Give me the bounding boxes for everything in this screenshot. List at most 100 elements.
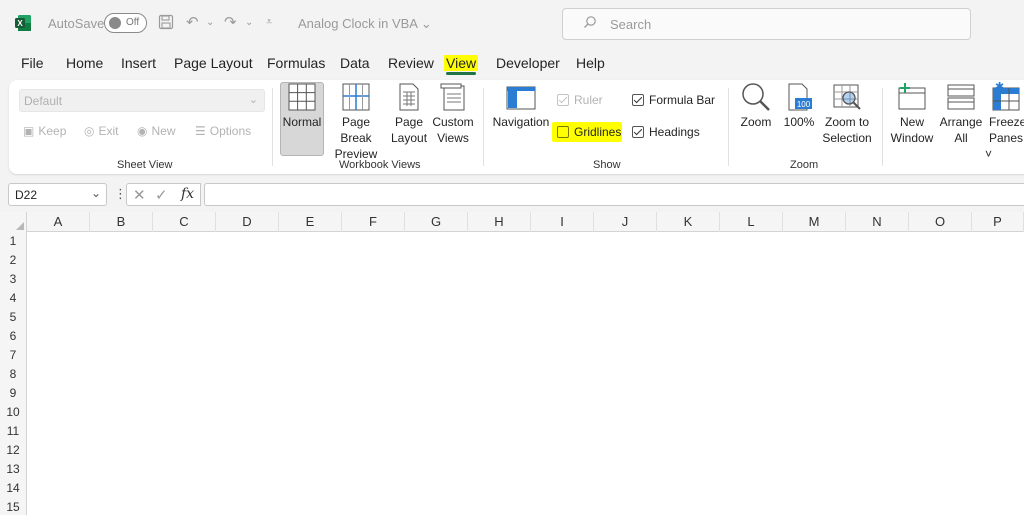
arrange-all-label-2: All (954, 131, 968, 145)
options-icon: ☰ (195, 124, 206, 138)
row-header-1[interactable]: 1 (0, 232, 27, 251)
formula-bar-label: Formula Bar (649, 93, 716, 107)
save-icon[interactable] (158, 14, 174, 30)
tab-home[interactable]: Home (66, 55, 103, 71)
column-header-d[interactable]: D (216, 212, 279, 232)
zoom-to-selection-button[interactable]: Zoom to Selection (819, 82, 875, 146)
new-window-label-2: Window (890, 131, 934, 145)
row-header-2[interactable]: 2 (0, 251, 27, 270)
zoom-button[interactable]: Zoom (735, 82, 777, 130)
chevron-down-icon: ⌄ (90, 186, 101, 200)
row-header-14[interactable]: 14 (0, 479, 27, 498)
formula-input[interactable] (204, 183, 1024, 206)
tab-data[interactable]: Data (340, 55, 370, 71)
column-header-b[interactable]: B (90, 212, 153, 232)
exit-label: Exit (98, 124, 119, 138)
enter-checkmark-icon[interactable]: ✓ (155, 186, 168, 204)
zoom-100-button[interactable]: 100 100% (782, 82, 816, 130)
zoom-to-selection-label-1: Zoom to (824, 115, 869, 129)
column-header-n[interactable]: N (846, 212, 909, 232)
insert-function-icon[interactable]: fx (181, 186, 194, 202)
tab-review[interactable]: Review (388, 55, 434, 71)
row-header-8[interactable]: 8 (0, 365, 27, 384)
undo-icon[interactable]: ↶ (186, 13, 199, 31)
new-view-button[interactable]: ◉ New (137, 124, 176, 138)
search-input[interactable]: Search (562, 8, 971, 40)
zoom-to-selection-icon (833, 84, 861, 110)
normal-view-icon (288, 83, 316, 111)
ribbon: Default ⌄ ▣ Keep ◎ Exit ◉ New ☰ Options Shee… (9, 80, 1024, 174)
column-header-a[interactable]: A (27, 212, 90, 232)
arrange-all-button[interactable]: Arrange All (937, 82, 985, 146)
column-header-m[interactable]: M (783, 212, 846, 232)
tab-page-layout[interactable]: Page Layout (174, 55, 253, 71)
row-header-10[interactable]: 10 (0, 403, 27, 422)
navigation-button[interactable]: Navigation (491, 82, 551, 130)
formula-bar: D22 ⌄ ⋮ ✕ ✓ fx (0, 180, 1024, 210)
tab-view-label: View (446, 55, 477, 71)
row-header-15[interactable]: 15 (0, 498, 27, 515)
column-header-j[interactable]: J (594, 212, 657, 232)
column-header-k[interactable]: K (657, 212, 720, 232)
row-header-13[interactable]: 13 (0, 460, 27, 479)
column-header-h[interactable]: H (468, 212, 531, 232)
keep-button[interactable]: ▣ Keep (23, 124, 66, 138)
cancel-icon[interactable]: ✕ (133, 186, 146, 204)
row-header-9[interactable]: 9 (0, 384, 27, 403)
options-button[interactable]: ☰ Options (195, 124, 251, 138)
column-header-c[interactable]: C (153, 212, 216, 232)
new-window-button[interactable]: New Window (888, 82, 936, 146)
tab-insert[interactable]: Insert (121, 55, 156, 71)
tab-file[interactable]: File (21, 55, 44, 71)
row-header-7[interactable]: 7 (0, 346, 27, 365)
tab-formulas[interactable]: Formulas (267, 55, 325, 71)
column-header-p[interactable]: P (972, 212, 1024, 232)
page-break-preview-button[interactable]: Page Break Preview (326, 82, 386, 162)
column-header-i[interactable]: I (531, 212, 594, 232)
column-header-g[interactable]: G (405, 212, 468, 232)
undo-dropdown-icon[interactable]: ⌄ (206, 17, 214, 28)
row-header-6[interactable]: 6 (0, 327, 27, 346)
row-header-11[interactable]: 11 (0, 422, 27, 441)
exit-button[interactable]: ◎ Exit (84, 124, 119, 138)
headings-label: Headings (649, 125, 700, 139)
customize-qat-icon[interactable]: ⩡ (266, 16, 272, 29)
normal-view-button[interactable]: Normal (280, 82, 324, 130)
zoom-label: Zoom (740, 115, 772, 129)
navigation-pane-icon (506, 86, 536, 110)
row-header-3[interactable]: 3 (0, 270, 27, 289)
normal-label: Normal (282, 115, 322, 129)
spreadsheet-grid[interactable]: A B C D E F G H I J K L M N O P 1 2 3 4 … (0, 212, 1024, 515)
tab-developer[interactable]: Developer (496, 55, 560, 71)
search-icon (584, 16, 596, 28)
name-box-value: D22 (15, 188, 38, 202)
zoom-100-icon: 100 (788, 83, 812, 111)
column-header-e[interactable]: E (279, 212, 342, 232)
zoom-to-selection-label-2: Selection (822, 131, 872, 145)
tab-help[interactable]: Help (576, 55, 605, 71)
column-header-o[interactable]: O (909, 212, 972, 232)
page-layout-view-button[interactable]: Page Layout (391, 82, 427, 146)
arrange-all-label-1: Arrange (939, 115, 983, 129)
row-header-4[interactable]: 4 (0, 289, 27, 308)
exit-icon: ◎ (84, 124, 95, 138)
column-header-l[interactable]: L (720, 212, 783, 232)
page-layout-icon (399, 83, 419, 111)
row-header-5[interactable]: 5 (0, 308, 27, 327)
select-all-corner[interactable] (0, 212, 27, 232)
tab-view[interactable]: View (444, 55, 479, 75)
column-header-f[interactable]: F (342, 212, 405, 232)
redo-dropdown-icon[interactable]: ⌄ (245, 17, 253, 28)
sheet-view-select[interactable]: Default ⌄ (19, 89, 265, 112)
excel-logo-icon: X (15, 15, 31, 31)
headings-checkbox-box (632, 126, 644, 138)
custom-views-button[interactable]: Custom Views (430, 82, 476, 146)
document-title[interactable]: Analog Clock in VBA ⌄ (298, 16, 432, 32)
autosave-toggle[interactable]: Off (104, 13, 147, 33)
group-separator (882, 88, 883, 166)
gridlines-label: Gridlines (574, 125, 622, 139)
freeze-panes-button[interactable]: ✱ Freeze Panes ˅ (985, 82, 1024, 162)
name-box[interactable]: D22 ⌄ (8, 183, 107, 206)
redo-icon[interactable]: ↷ (224, 13, 237, 31)
row-header-12[interactable]: 12 (0, 441, 27, 460)
